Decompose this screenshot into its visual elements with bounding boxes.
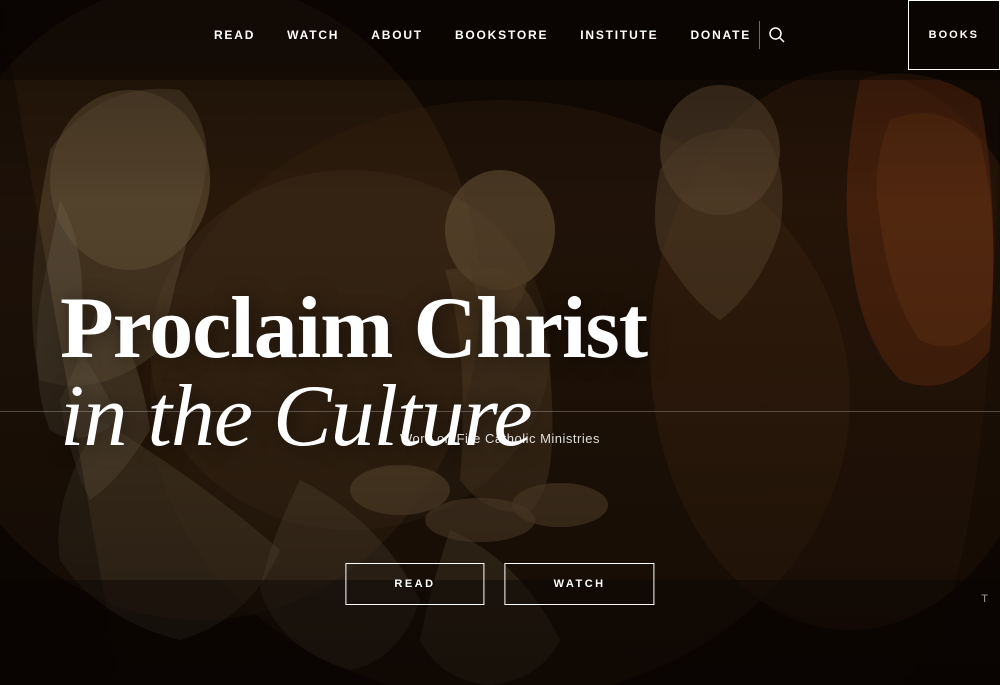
nav-item-donate[interactable]: DONATE bbox=[690, 26, 751, 44]
books-button[interactable]: BOOKS bbox=[908, 0, 1000, 70]
hero-horizontal-divider bbox=[0, 411, 1000, 412]
hero-subtitle: Word on Fire Catholic Ministries bbox=[400, 431, 600, 446]
hero-title-line2: in the Culture bbox=[60, 368, 532, 465]
nav-link-read[interactable]: READ bbox=[214, 28, 255, 42]
nav-item-institute[interactable]: INSTITUTE bbox=[580, 26, 658, 44]
hero-title-line1: Proclaim Christ bbox=[60, 280, 647, 377]
right-label-text: T bbox=[981, 593, 990, 605]
nav-item-read[interactable]: READ bbox=[214, 26, 255, 44]
search-icon[interactable] bbox=[768, 26, 786, 44]
main-navigation: READ WATCH ABOUT BOOKSTORE INSTITUTE DON… bbox=[0, 0, 1000, 70]
nav-link-donate[interactable]: DONATE bbox=[690, 28, 751, 42]
nav-item-bookstore[interactable]: BOOKSTORE bbox=[455, 26, 548, 44]
watch-button[interactable]: WATCH bbox=[505, 563, 655, 605]
nav-link-about[interactable]: ABOUT bbox=[371, 28, 423, 42]
nav-item-watch[interactable]: WATCH bbox=[287, 26, 339, 44]
nav-link-bookstore[interactable]: BOOKSTORE bbox=[455, 28, 548, 42]
hero-section: READ WATCH ABOUT BOOKSTORE INSTITUTE DON… bbox=[0, 0, 1000, 685]
nav-item-about[interactable]: ABOUT bbox=[371, 26, 423, 44]
read-button[interactable]: READ bbox=[345, 563, 484, 605]
nav-links-list: READ WATCH ABOUT BOOKSTORE INSTITUTE DON… bbox=[214, 26, 751, 44]
cta-buttons: READ WATCH bbox=[345, 563, 654, 605]
nav-link-institute[interactable]: INSTITUTE bbox=[580, 28, 658, 42]
nav-link-watch[interactable]: WATCH bbox=[287, 28, 339, 42]
nav-divider bbox=[759, 21, 760, 49]
